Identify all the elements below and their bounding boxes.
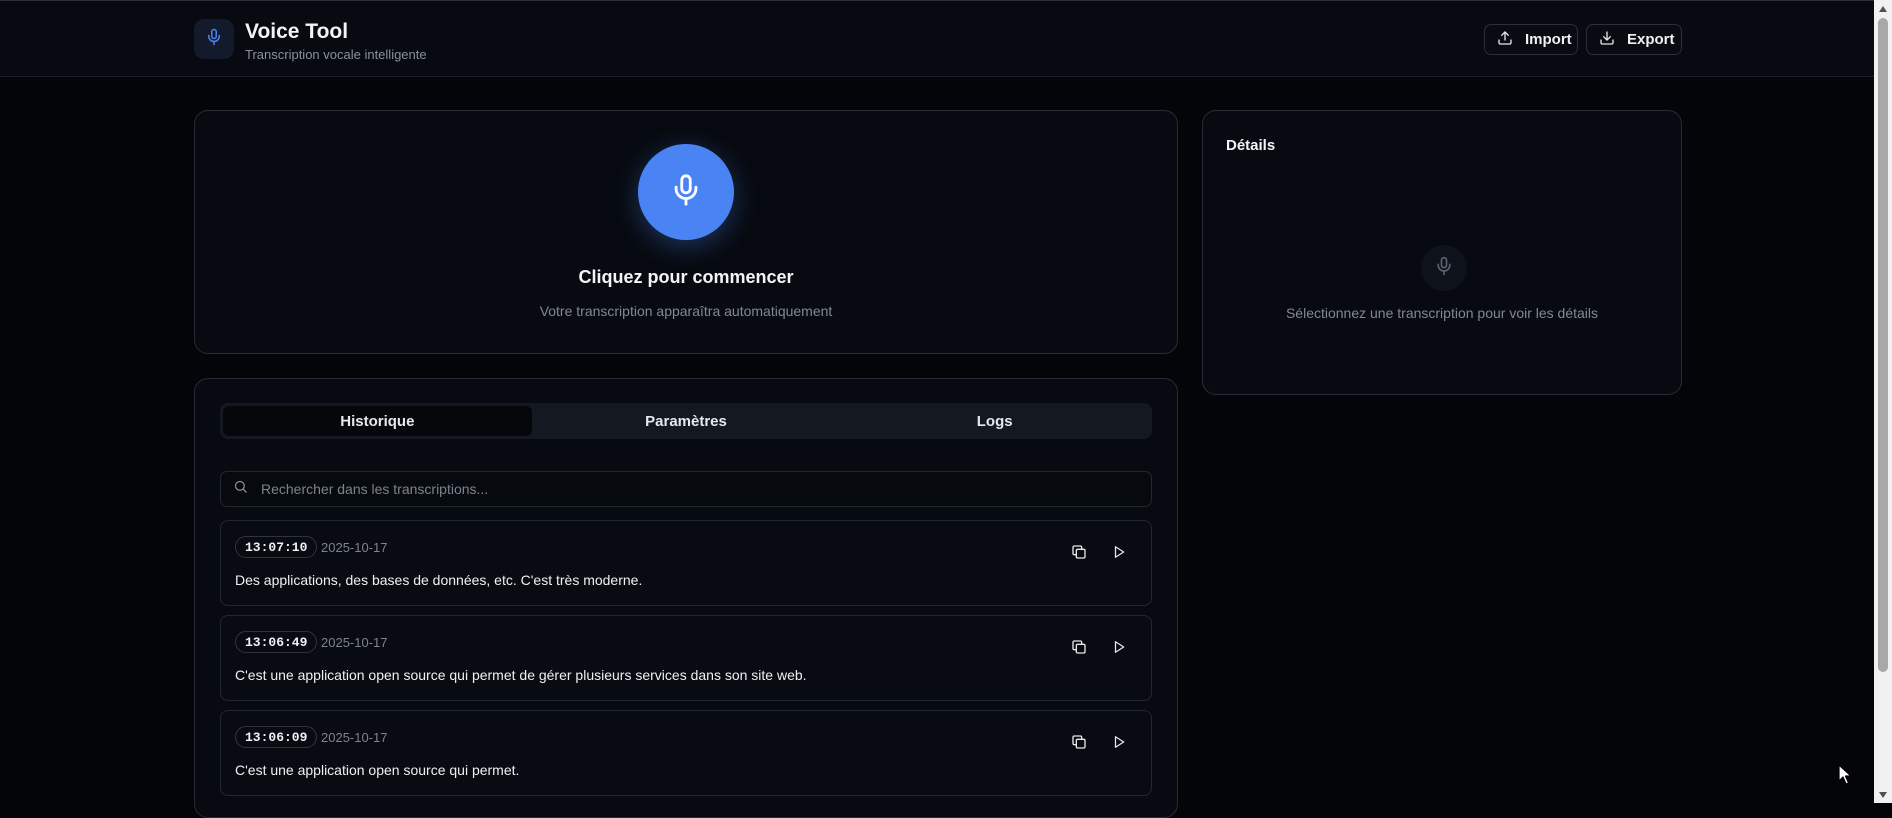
history-card: Historique Paramètres Logs 13:07:10 2025… xyxy=(194,378,1178,818)
details-placeholder xyxy=(1421,245,1467,291)
time-badge: 13:06:49 xyxy=(235,631,318,653)
transcription-item[interactable]: 13:06:09 2025-10-17 C'est une applicatio… xyxy=(220,710,1152,796)
app-title: Voice Tool xyxy=(245,20,349,43)
search-box xyxy=(220,471,1152,507)
entry-date: 2025-10-17 xyxy=(321,635,388,650)
search-icon xyxy=(233,479,248,499)
play-button[interactable] xyxy=(1106,731,1132,757)
scroll-down-arrow-icon[interactable] xyxy=(1874,786,1892,803)
play-button[interactable] xyxy=(1106,541,1132,567)
copy-button[interactable] xyxy=(1066,541,1092,567)
transcription-item[interactable]: 13:06:49 2025-10-17 C'est une applicatio… xyxy=(220,615,1152,701)
microphone-icon xyxy=(205,28,223,51)
export-label: Export xyxy=(1627,31,1675,48)
details-title: Détails xyxy=(1226,137,1276,154)
microphone-icon xyxy=(669,173,703,212)
recorder-subtitle: Votre transcription apparaîtra automatiq… xyxy=(539,303,833,319)
details-empty-text: Sélectionnez une transcription pour voir… xyxy=(1285,305,1599,321)
import-label: Import xyxy=(1525,31,1572,48)
export-button[interactable]: Export xyxy=(1586,24,1682,55)
details-panel: Détails Sélectionnez une transcription p… xyxy=(1202,110,1682,395)
play-icon xyxy=(1112,640,1126,659)
app-logo xyxy=(194,19,234,59)
mouse-cursor-icon xyxy=(1838,764,1852,791)
copy-icon xyxy=(1071,544,1087,565)
tab-parametres[interactable]: Paramètres xyxy=(532,406,841,436)
recorder-title: Cliquez pour commencer xyxy=(578,267,794,287)
tab-bar: Historique Paramètres Logs xyxy=(220,403,1152,439)
entry-date: 2025-10-17 xyxy=(321,730,388,745)
play-button[interactable] xyxy=(1106,636,1132,662)
recorder-card: Cliquez pour commencer Votre transcripti… xyxy=(194,110,1178,354)
app-header: Voice Tool Transcription vocale intellig… xyxy=(0,0,1874,77)
record-button[interactable] xyxy=(638,144,734,240)
microphone-icon xyxy=(1434,256,1454,281)
page-scrollbar[interactable] xyxy=(1874,0,1892,803)
upload-icon xyxy=(1497,30,1513,50)
entry-date: 2025-10-17 xyxy=(321,540,388,555)
tab-historique[interactable]: Historique xyxy=(223,406,532,436)
import-button[interactable]: Import xyxy=(1484,24,1578,55)
copy-button[interactable] xyxy=(1066,636,1092,662)
entry-text: Des applications, des bases de données, … xyxy=(235,572,643,588)
tab-logs[interactable]: Logs xyxy=(840,406,1149,436)
entry-text: C'est une application open source qui pe… xyxy=(235,667,807,683)
time-badge: 13:06:09 xyxy=(235,726,318,748)
copy-icon xyxy=(1071,639,1087,660)
entry-text: C'est une application open source qui pe… xyxy=(235,762,520,778)
download-icon xyxy=(1599,30,1615,50)
scrollbar-thumb[interactable] xyxy=(1878,18,1888,672)
time-badge: 13:07:10 xyxy=(235,536,318,558)
search-input[interactable] xyxy=(259,480,1151,498)
scroll-up-arrow-icon[interactable] xyxy=(1874,0,1892,17)
play-icon xyxy=(1112,735,1126,754)
transcription-item[interactable]: 13:07:10 2025-10-17 Des applications, de… xyxy=(220,520,1152,606)
play-icon xyxy=(1112,545,1126,564)
copy-button[interactable] xyxy=(1066,731,1092,757)
copy-icon xyxy=(1071,734,1087,755)
app-subtitle: Transcription vocale intelligente xyxy=(245,47,427,62)
